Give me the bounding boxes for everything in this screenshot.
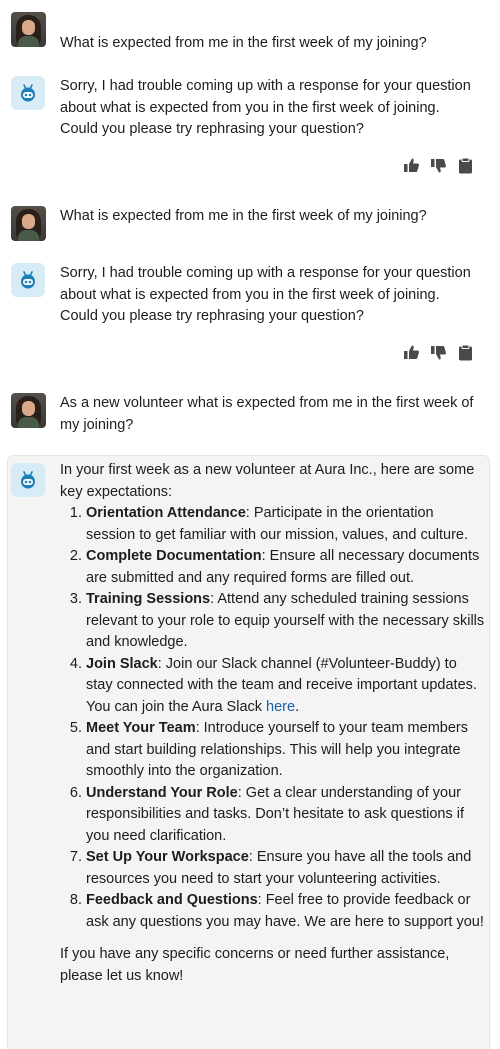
bot-avatar (11, 263, 45, 297)
user-message: As a new volunteer what is expected from… (60, 395, 474, 433)
thumbs-down-icon[interactable] (430, 344, 447, 361)
item-title: Meet Your Team (86, 720, 196, 736)
bot-avatar (11, 463, 45, 497)
thumbs-up-icon[interactable] (403, 344, 420, 361)
feedback-bar (403, 157, 474, 174)
thumbs-up-icon[interactable] (403, 157, 420, 174)
user-avatar (11, 206, 46, 241)
chat-transcript: What is expected from me in the first we… (0, 0, 500, 1049)
item-title: Join Slack (86, 655, 158, 672)
item-title: Understand Your Role (86, 784, 238, 801)
item-title: Complete Documentation (86, 548, 262, 564)
response-outro: If you have any specific concerns or nee… (60, 946, 450, 984)
robot-icon (21, 271, 35, 289)
item-text-end: . (295, 698, 300, 715)
list-item: Meet Your Team: Introduce yourself to yo… (86, 718, 485, 783)
bot-message: In your first week as a new volunteer at… (60, 460, 485, 987)
list-item: Feedback and Questions: Feel free to pro… (86, 890, 485, 933)
thumbs-down-icon[interactable] (430, 157, 447, 174)
robot-icon (21, 471, 35, 489)
feedback-bar (403, 344, 474, 361)
clipboard-icon[interactable] (457, 344, 474, 361)
list-item: Understand Your Role: Get a clear unders… (86, 783, 485, 848)
list-item: Complete Documentation: Ensure all neces… (86, 546, 485, 589)
response-intro: In your first week as a new volunteer at… (60, 462, 475, 500)
list-item: Training Sessions: Attend any scheduled … (86, 589, 485, 654)
item-title: Set Up Your Workspace (86, 849, 249, 865)
clipboard-icon[interactable] (457, 157, 474, 174)
user-avatar (11, 12, 46, 47)
user-avatar (11, 393, 46, 428)
slack-join-link[interactable]: here (266, 699, 295, 715)
bot-message: Sorry, I had trouble coming up with a re… (60, 265, 471, 324)
robot-icon (21, 84, 35, 102)
item-title: Feedback and Questions (86, 892, 258, 908)
item-title: Training Sessions (86, 591, 211, 607)
list-item: Join Slack: Join our Slack channel (#Vol… (86, 654, 485, 719)
bot-avatar (11, 76, 45, 110)
bot-message: Sorry, I had trouble coming up with a re… (60, 78, 471, 137)
list-item: Orientation Attendance: Participate in t… (86, 503, 485, 546)
expectations-list: Orientation Attendance: Participate in t… (60, 503, 485, 933)
item-title: Orientation Attendance (86, 505, 246, 521)
list-item: Set Up Your Workspace: Ensure you have a… (86, 847, 485, 890)
user-message: What is expected from me in the first we… (60, 208, 427, 224)
user-message: What is expected from me in the first we… (60, 35, 427, 51)
